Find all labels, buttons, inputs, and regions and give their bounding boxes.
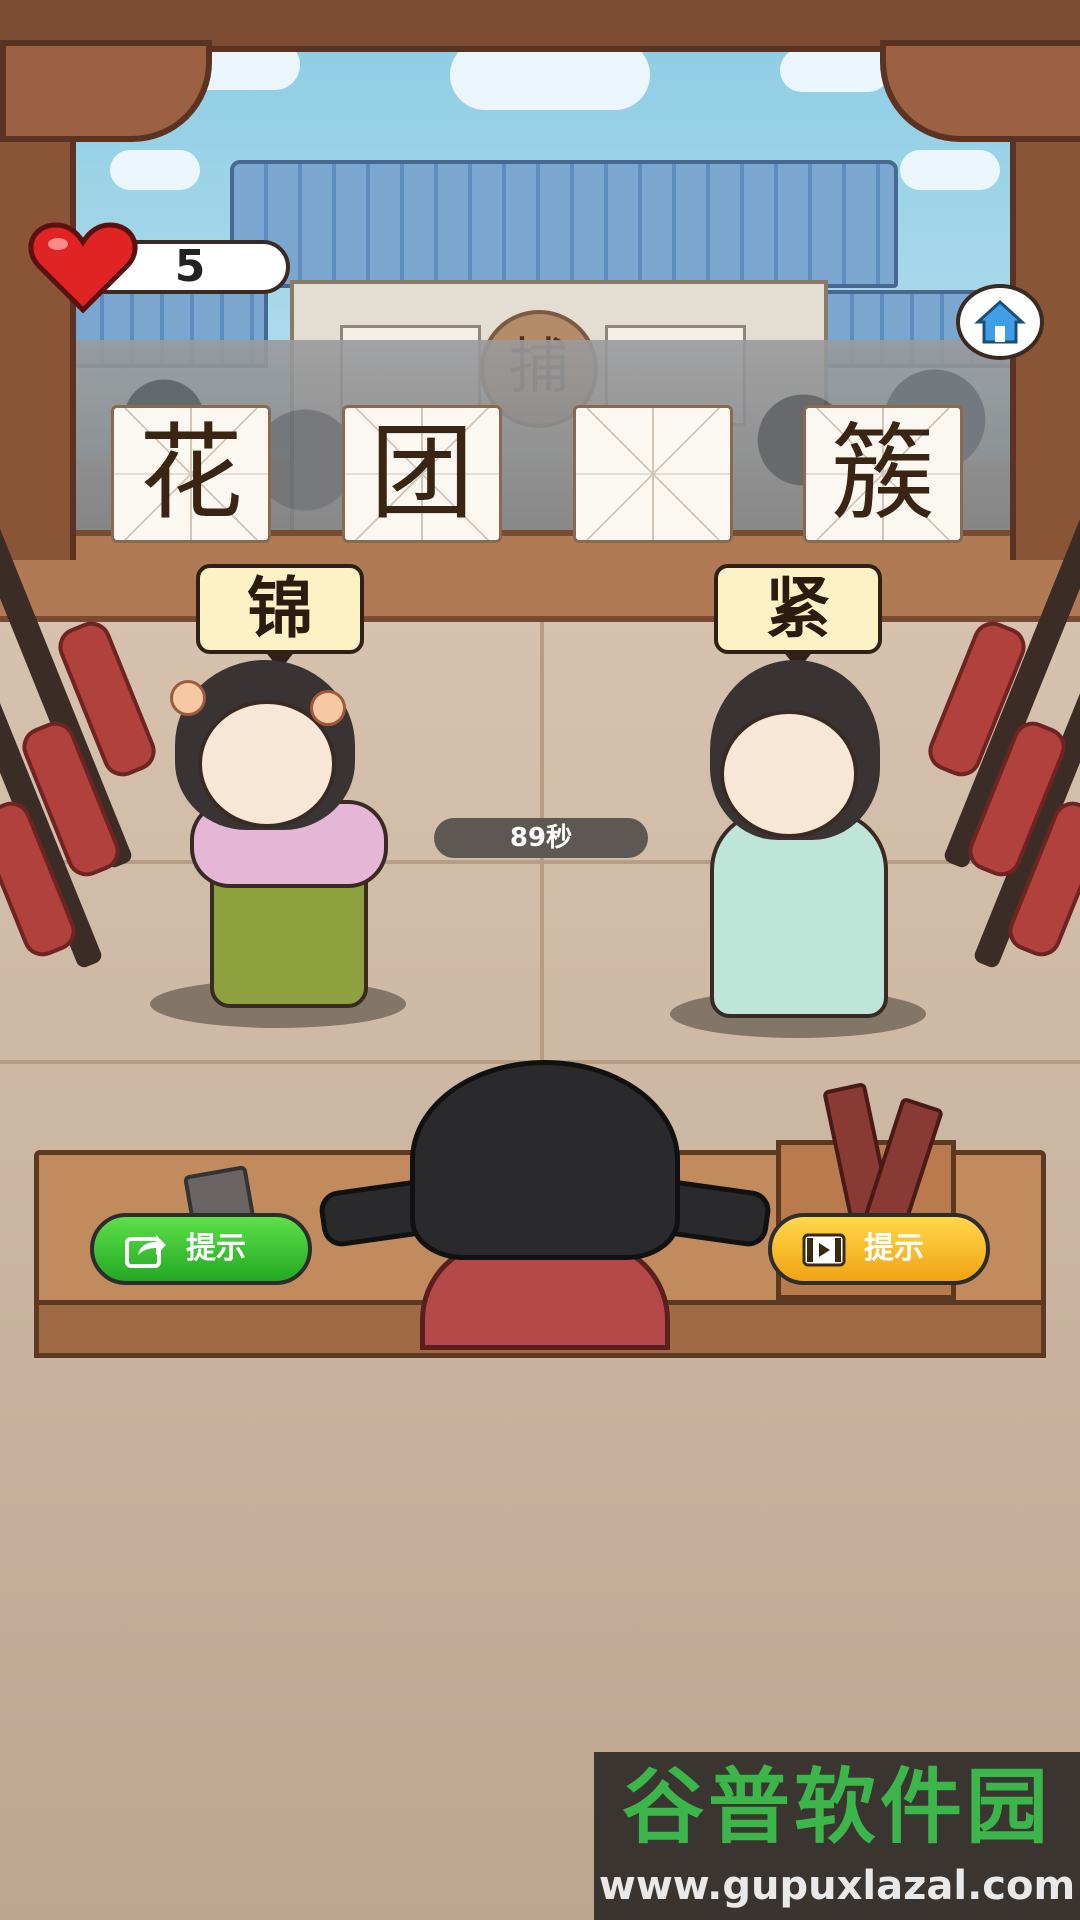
yamen-roof xyxy=(230,160,898,288)
share-hint-button[interactable]: 提示 xyxy=(90,1213,312,1285)
share-icon xyxy=(125,1235,166,1268)
idiom-slot-3-empty[interactable] xyxy=(573,405,733,543)
heart-icon xyxy=(28,222,138,314)
choice-right-bubble[interactable]: 紧 xyxy=(714,564,882,654)
idiom-slot-1[interactable]: 花 xyxy=(111,405,271,543)
cloud xyxy=(900,150,1000,190)
share-hint-label: 提示 xyxy=(186,1231,246,1266)
watermark-url: www.gupuxlazal.com xyxy=(598,1863,1076,1909)
character-face xyxy=(720,710,858,838)
choice-left-bubble[interactable]: 锦 xyxy=(196,564,364,654)
home-button[interactable] xyxy=(956,284,1044,360)
teal-robe xyxy=(710,810,888,1018)
watermark-title: 谷普软件园 xyxy=(621,1760,1052,1855)
countdown-timer: 89秒 xyxy=(434,818,648,858)
idiom-slot-4[interactable]: 簇 xyxy=(803,405,963,543)
railing xyxy=(0,530,1080,622)
video-icon xyxy=(802,1233,846,1267)
lives-value: 5 xyxy=(174,241,206,292)
character-right[interactable] xyxy=(670,660,930,1038)
cloud xyxy=(110,150,200,190)
video-hint-label: 提示 xyxy=(864,1231,924,1266)
idiom-slot-2[interactable]: 团 xyxy=(342,405,502,543)
flower-ornament xyxy=(170,680,206,716)
flower-ornament xyxy=(310,690,346,726)
character-left[interactable] xyxy=(150,660,410,1030)
home-icon xyxy=(974,299,1026,344)
cloud xyxy=(780,48,890,92)
video-hint-button[interactable]: 提示 xyxy=(768,1213,990,1285)
judge-hat xyxy=(410,1060,680,1260)
